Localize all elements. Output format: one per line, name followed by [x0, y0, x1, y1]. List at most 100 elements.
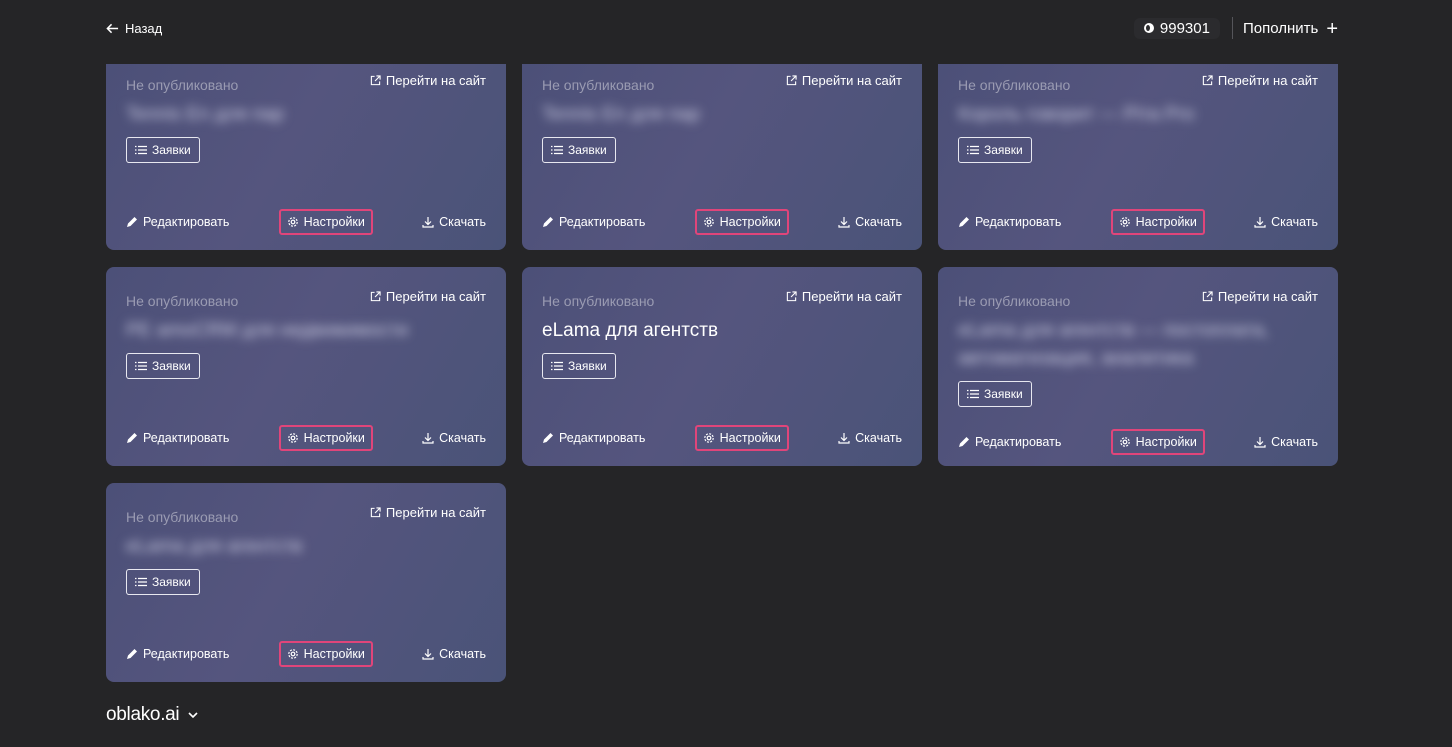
- publish-status: Не опубликовано: [958, 77, 1071, 93]
- settings-button[interactable]: Настройки: [694, 209, 789, 235]
- edit-button[interactable]: Редактировать: [126, 431, 229, 445]
- edit-label: Редактировать: [559, 431, 646, 445]
- pencil-icon: [959, 217, 969, 227]
- pencil-icon: [959, 437, 969, 447]
- open-site-link[interactable]: Перейти на сайт: [786, 289, 902, 304]
- edit-button[interactable]: Редактировать: [542, 215, 645, 229]
- gear-icon: [703, 217, 714, 227]
- open-site-label: Перейти на сайт: [385, 289, 486, 304]
- download-label: Скачать: [855, 431, 902, 445]
- publish-status: Не опубликовано: [958, 293, 1071, 309]
- pencil-icon: [127, 649, 137, 659]
- project-title: eLama для агентств: [126, 536, 303, 557]
- publish-status: Не опубликовано: [126, 293, 239, 309]
- edit-button[interactable]: Редактировать: [542, 431, 645, 445]
- edit-button[interactable]: Редактировать: [126, 215, 229, 229]
- edit-label: Редактировать: [975, 435, 1062, 449]
- list-icon: [551, 145, 563, 155]
- download-button[interactable]: Скачать: [1254, 215, 1318, 229]
- edit-label: Редактировать: [559, 215, 646, 229]
- card-actions: Редактировать Настройки Скачать: [126, 641, 486, 667]
- project-card: Не опубликовано Перейти на сайт PE amoCRM …: [106, 267, 506, 466]
- list-icon: [135, 361, 147, 371]
- requests-button[interactable]: Заявки: [958, 381, 1032, 407]
- settings-label: Настройки: [1135, 435, 1197, 449]
- settings-button[interactable]: Настройки: [1110, 209, 1205, 235]
- external-link-icon: [1202, 75, 1213, 86]
- open-site-link[interactable]: Перейти на сайт: [370, 505, 486, 520]
- edit-button[interactable]: Редактировать: [126, 647, 229, 661]
- project-card: Не опубликовано Перейти на сайт eLama для …: [522, 267, 922, 466]
- external-link-icon: [786, 75, 797, 86]
- requests-button[interactable]: Заявки: [542, 353, 616, 379]
- settings-button[interactable]: Настройки: [278, 425, 373, 451]
- open-site-label: Перейти на сайт: [801, 289, 902, 304]
- card-actions: Редактировать Настройки Скачать: [958, 209, 1318, 235]
- download-icon: [838, 433, 850, 444]
- download-icon: [838, 217, 850, 228]
- external-link-icon: [370, 75, 381, 86]
- external-link-icon: [370, 291, 381, 302]
- download-label: Скачать: [1271, 215, 1318, 229]
- download-button[interactable]: Скачать: [422, 431, 486, 445]
- settings-button[interactable]: Настройки: [694, 425, 789, 451]
- requests-label: Заявки: [152, 359, 191, 373]
- requests-label: Заявки: [984, 387, 1023, 401]
- project-card: Не опубликовано Перейти на сайт eLama для …: [106, 483, 506, 682]
- list-icon: [551, 361, 563, 371]
- download-button[interactable]: Скачать: [422, 647, 486, 661]
- logo: oblako.ai: [106, 704, 180, 725]
- gear-icon: [703, 433, 714, 443]
- download-button[interactable]: Скачать: [1254, 435, 1318, 449]
- open-site-label: Перейти на сайт: [1217, 73, 1318, 88]
- download-icon: [422, 433, 434, 444]
- list-icon: [135, 145, 147, 155]
- download-button[interactable]: Скачать: [838, 215, 902, 229]
- project-card: Не опубликовано Перейти на сайт Король гов…: [938, 64, 1338, 250]
- project-title: eLama для агентств: [542, 320, 719, 341]
- download-button[interactable]: Скачать: [422, 215, 486, 229]
- requests-button[interactable]: Заявки: [958, 137, 1032, 163]
- requests-button[interactable]: Заявки: [126, 569, 200, 595]
- requests-label: Заявки: [568, 143, 607, 157]
- card-actions: Редактировать Настройки Скачать: [542, 425, 902, 451]
- publish-status: Не опубликовано: [542, 293, 655, 309]
- list-icon: [967, 145, 979, 155]
- edit-button[interactable]: Редактировать: [958, 435, 1061, 449]
- download-icon: [422, 649, 434, 660]
- requests-button[interactable]: Заявки: [542, 137, 616, 163]
- download-button[interactable]: Скачать: [838, 431, 902, 445]
- workspace-switcher[interactable]: oblako.ai: [106, 704, 199, 726]
- settings-button[interactable]: Настройки: [278, 209, 373, 235]
- external-link-icon: [370, 507, 381, 518]
- open-site-link[interactable]: Перейти на сайт: [370, 289, 486, 304]
- requests-button[interactable]: Заявки: [126, 353, 200, 379]
- open-site-link[interactable]: Перейти на сайт: [1202, 73, 1318, 88]
- settings-label: Настройки: [303, 215, 365, 229]
- pencil-icon: [127, 217, 137, 227]
- settings-label: Настройки: [719, 215, 781, 229]
- settings-label: Настройки: [303, 647, 365, 661]
- open-site-link[interactable]: Перейти на сайт: [1202, 289, 1318, 304]
- open-site-link[interactable]: Перейти на сайт: [786, 73, 902, 88]
- project-card: Не опубликовано Перейти на сайт Tennis En …: [522, 64, 922, 250]
- card-actions: Редактировать Настройки Скачать: [126, 209, 486, 235]
- settings-label: Настройки: [303, 431, 365, 445]
- gear-icon: [1119, 217, 1130, 227]
- chevron-down-icon: [188, 712, 198, 719]
- open-site-label: Перейти на сайт: [1217, 289, 1318, 304]
- download-label: Скачать: [855, 215, 902, 229]
- publish-status: Не опубликовано: [542, 77, 655, 93]
- settings-button[interactable]: Настройки: [1110, 429, 1205, 455]
- requests-label: Заявки: [152, 575, 191, 589]
- open-site-label: Перейти на сайт: [385, 505, 486, 520]
- edit-button[interactable]: Редактировать: [958, 215, 1061, 229]
- pencil-icon: [127, 433, 137, 443]
- card-actions: Редактировать Настройки Скачать: [958, 429, 1318, 455]
- gear-icon: [287, 649, 298, 659]
- requests-label: Заявки: [984, 143, 1023, 157]
- settings-label: Настройки: [719, 431, 781, 445]
- requests-button[interactable]: Заявки: [126, 137, 200, 163]
- open-site-link[interactable]: Перейти на сайт: [370, 73, 486, 88]
- settings-button[interactable]: Настройки: [278, 641, 373, 667]
